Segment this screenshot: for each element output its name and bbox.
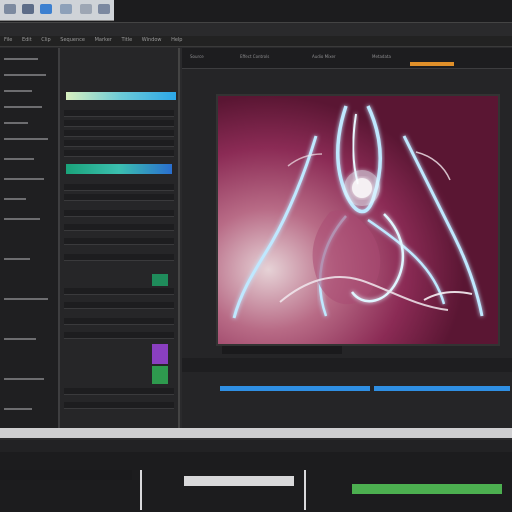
tab-audio-mixer[interactable]: Audio Mixer bbox=[312, 54, 336, 59]
tools-icon[interactable] bbox=[40, 4, 52, 14]
menu-marker[interactable]: Marker bbox=[95, 37, 112, 43]
color-swatch-purple[interactable] bbox=[152, 344, 168, 364]
clip-thumbnail[interactable] bbox=[66, 92, 176, 100]
timeline-header bbox=[0, 440, 512, 452]
selected-clip[interactable] bbox=[66, 164, 172, 174]
list-item[interactable] bbox=[64, 194, 174, 201]
tab-source[interactable]: Source bbox=[190, 54, 204, 59]
list-item[interactable] bbox=[64, 210, 174, 217]
rail-item[interactable] bbox=[4, 408, 32, 410]
rail-item[interactable] bbox=[4, 378, 44, 380]
tab-effect-controls[interactable]: Effect Controls bbox=[240, 54, 269, 59]
rail-item[interactable] bbox=[4, 90, 32, 92]
project-panel bbox=[60, 48, 180, 428]
list-item[interactable] bbox=[64, 184, 174, 191]
settings-icon[interactable] bbox=[80, 4, 92, 14]
list-item[interactable] bbox=[64, 120, 174, 127]
list-item[interactable] bbox=[64, 332, 174, 339]
app-icon[interactable] bbox=[4, 4, 16, 14]
app-header bbox=[0, 0, 114, 21]
menu-bar: File Edit Clip Sequence Marker Title Win… bbox=[0, 36, 512, 47]
menu-help[interactable]: Help bbox=[171, 37, 182, 43]
status-strip bbox=[0, 428, 512, 438]
video-frame[interactable] bbox=[216, 94, 500, 346]
menu-clip[interactable]: Clip bbox=[41, 37, 50, 43]
menu-sequence[interactable]: Sequence bbox=[60, 37, 85, 43]
track-clip-dark[interactable] bbox=[0, 470, 132, 480]
marker-line bbox=[304, 470, 306, 510]
window-icon[interactable] bbox=[22, 4, 34, 14]
title-bar bbox=[0, 0, 512, 23]
program-monitor: Source Effect Controls Audio Mixer Metad… bbox=[182, 48, 512, 428]
list-item[interactable] bbox=[64, 238, 174, 245]
export-icon[interactable] bbox=[98, 4, 110, 14]
tool-rail bbox=[0, 48, 60, 428]
timeline-ruler bbox=[182, 358, 512, 372]
color-swatch-green[interactable] bbox=[152, 274, 168, 286]
timeline-track-blue-2[interactable] bbox=[374, 386, 510, 391]
rail-item[interactable] bbox=[4, 258, 30, 260]
list-item[interactable] bbox=[64, 402, 174, 409]
rail-item[interactable] bbox=[4, 122, 28, 124]
list-item[interactable] bbox=[64, 388, 174, 395]
color-swatch-green-2[interactable] bbox=[152, 366, 168, 384]
menu-file[interactable]: File bbox=[4, 37, 12, 43]
progress-indicator bbox=[410, 62, 454, 66]
rail-item[interactable] bbox=[4, 178, 44, 180]
rail-item[interactable] bbox=[4, 298, 48, 300]
list-item[interactable] bbox=[64, 140, 174, 147]
timeline-panel bbox=[0, 440, 512, 512]
rail-item[interactable] bbox=[4, 338, 36, 340]
playhead[interactable] bbox=[140, 470, 142, 510]
layers-icon[interactable] bbox=[60, 4, 72, 14]
list-item[interactable] bbox=[64, 302, 174, 309]
rail-item[interactable] bbox=[4, 74, 46, 76]
glowing-figure-image bbox=[218, 96, 498, 344]
rail-item[interactable] bbox=[4, 58, 38, 60]
timeline-track-blue[interactable] bbox=[220, 386, 370, 391]
rail-item[interactable] bbox=[4, 158, 34, 160]
monitor-toolbar: Source Effect Controls Audio Mixer Metad… bbox=[182, 48, 512, 69]
menu-title[interactable]: Title bbox=[121, 37, 132, 43]
rail-item[interactable] bbox=[4, 198, 26, 200]
timecode-bar bbox=[222, 346, 342, 354]
list-item[interactable] bbox=[64, 224, 174, 231]
list-item[interactable] bbox=[64, 130, 174, 137]
list-item[interactable] bbox=[64, 288, 174, 295]
menu-window[interactable]: Window bbox=[142, 37, 162, 43]
rail-item[interactable] bbox=[4, 106, 42, 108]
list-item[interactable] bbox=[64, 254, 174, 261]
rail-item[interactable] bbox=[4, 218, 40, 220]
track-clip-green[interactable] bbox=[352, 484, 502, 494]
track-clip[interactable] bbox=[184, 476, 294, 486]
tab-metadata[interactable]: Metadata bbox=[372, 54, 391, 59]
menu-edit[interactable]: Edit bbox=[22, 37, 32, 43]
list-item[interactable] bbox=[64, 150, 174, 157]
list-item[interactable] bbox=[64, 110, 174, 117]
list-item[interactable] bbox=[64, 318, 174, 325]
rail-item[interactable] bbox=[4, 138, 48, 140]
